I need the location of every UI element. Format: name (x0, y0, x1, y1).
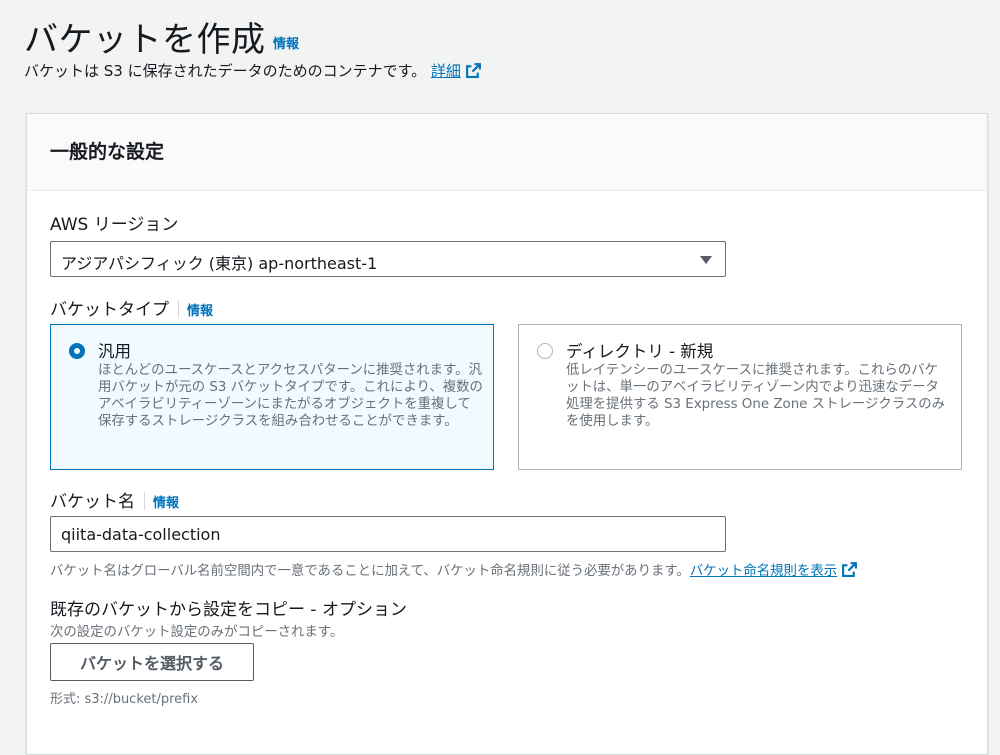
bucket-type-label-row: バケットタイプ 情報 (50, 295, 213, 320)
page-description: バケットは S3 に保存されたデータのためのコンテナです。 詳細 (24, 60, 482, 81)
bucket-name-label: バケット名 (50, 492, 135, 512)
divider (178, 300, 179, 318)
region-label: AWS リージョン (50, 215, 179, 235)
bucket-name-hint: バケット名はグローバル名前空間内で一意であることに加えて、バケット命名規則に従う… (50, 559, 858, 579)
choose-bucket-button[interactable]: バケットを選択する (50, 643, 254, 681)
caret-down-icon (700, 256, 712, 264)
panel-header: 一般的な設定 (27, 114, 987, 191)
bucket-name-info-link[interactable]: 情報 (153, 496, 179, 511)
region-select-value: アジアパシフィック (東京) ap-northeast-1 (61, 254, 378, 273)
details-link[interactable]: 詳細 (431, 62, 482, 80)
panel-title: 一般的な設定 (50, 141, 165, 163)
region-select[interactable]: アジアパシフィック (東京) ap-northeast-1 (50, 241, 726, 277)
format-hint: 形式: s3://bucket/prefix (50, 692, 199, 707)
bucket-type-option-directory[interactable]: ディレクトリ - 新規 低レイテンシーのユースケースに推奨されます。これらのバケ… (518, 324, 962, 470)
naming-rules-link-label: バケット命名規則を表示 (689, 564, 838, 579)
option-description: 低レイテンシーのユースケースに推奨されます。これらのバケットは、単一のアベイラビ… (566, 363, 946, 429)
option-description: ほとんどのユースケースとアクセスパターンに推奨されます。汎用バケットが元の S3… (98, 363, 483, 429)
bucket-type-option-general[interactable]: 汎用 ほとんどのユースケースとアクセスパターンに推奨されます。汎用バケットが元の… (50, 324, 494, 470)
bucket-name-input[interactable] (50, 516, 726, 552)
naming-rules-link[interactable]: バケット命名規則を表示 (689, 562, 858, 579)
copy-settings-description: 次の設定のバケット設定のみがコピーされます。 (50, 625, 344, 640)
copy-settings-label: 既存のバケットから設定をコピー - オプション (50, 600, 407, 620)
external-link-icon (842, 562, 858, 577)
bucket-name-hint-text: バケット名はグローバル名前空間内で一意であることに加えて、バケット命名規則に従う… (50, 564, 690, 579)
radio-selected[interactable] (69, 343, 85, 359)
page-description-text: バケットは S3 に保存されたデータのためのコンテナです。 (24, 62, 427, 80)
divider (144, 492, 145, 510)
bucket-type-info-link[interactable]: 情報 (187, 304, 213, 319)
bucket-type-label: バケットタイプ (50, 300, 169, 320)
bucket-name-label-row: バケット名 情報 (50, 487, 179, 512)
details-link-label: 詳細 (430, 62, 461, 80)
radio-unselected[interactable] (537, 343, 553, 359)
option-title: 汎用 (98, 342, 131, 361)
external-link-icon (465, 63, 481, 78)
option-title: ディレクトリ - 新規 (566, 342, 714, 361)
page-title: バケットを作成 (24, 20, 266, 60)
title-info-link[interactable]: 情報 (273, 33, 299, 52)
